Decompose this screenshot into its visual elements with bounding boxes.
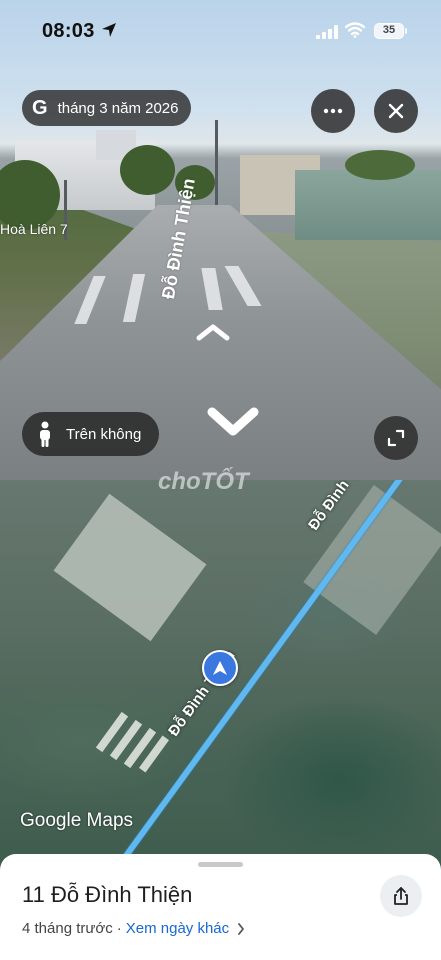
google-maps-watermark: Google Maps	[20, 810, 134, 831]
status-time: 08:03	[42, 20, 95, 42]
tree	[120, 145, 175, 195]
chevron-right-icon[interactable]	[237, 922, 245, 935]
close-button[interactable]	[374, 89, 418, 133]
close-icon	[388, 103, 404, 119]
aerial-view-label: Trên không	[66, 425, 142, 443]
rooftop	[53, 493, 207, 642]
chotot-watermark: choTỐT	[158, 468, 249, 495]
place-title: 11 Đỗ Đình Thiện	[22, 882, 193, 907]
sheet-drag-handle[interactable]	[198, 862, 243, 867]
street-pole	[215, 120, 218, 215]
more-options-button[interactable]	[311, 89, 355, 133]
cellular-signal-icon	[316, 25, 338, 39]
chevron-up-icon[interactable]	[196, 323, 230, 341]
chevron-down-icon[interactable]	[206, 404, 260, 438]
google-g-icon: G	[32, 96, 48, 119]
imagery-info: 4 tháng trước · Xem ngày khác	[22, 920, 245, 937]
status-bar: 08:03 35	[0, 0, 441, 60]
see-other-dates-link[interactable]: Xem ngày khác	[126, 920, 229, 937]
share-icon	[394, 887, 408, 905]
battery-indicator: 35	[374, 23, 407, 39]
share-button[interactable]	[380, 875, 422, 917]
wifi-icon	[345, 22, 365, 38]
building-right	[295, 170, 441, 240]
expand-icon	[387, 429, 405, 447]
aerial-view-button[interactable]: Trên không	[22, 412, 160, 456]
navigation-arrow-icon	[213, 661, 227, 675]
place-bottom-sheet[interactable]: 11 Đỗ Đình Thiện 4 tháng trước · Xem ngà…	[0, 854, 441, 960]
capture-date-label: tháng 3 năm 2026	[57, 99, 179, 117]
street-view-panorama[interactable]: Đỗ Đình Thiện Hoà Liên 7	[0, 0, 441, 480]
satellite-map[interactable]: Đỗ Đình Thiệ Đỗ Đình Thiện Google Maps	[0, 480, 441, 880]
cross-street-label: Hoà Liên 7	[0, 221, 68, 237]
person-icon	[40, 421, 50, 447]
tree	[345, 150, 415, 180]
location-arrow-icon	[102, 23, 116, 37]
more-icon	[323, 108, 343, 114]
capture-date-chip[interactable]: G tháng 3 năm 2026	[22, 90, 191, 126]
expand-button[interactable]	[374, 416, 418, 460]
imagery-age: 4 tháng trước	[22, 920, 113, 937]
separator-dot: ·	[116, 920, 122, 937]
current-location-pin[interactable]	[202, 650, 238, 686]
